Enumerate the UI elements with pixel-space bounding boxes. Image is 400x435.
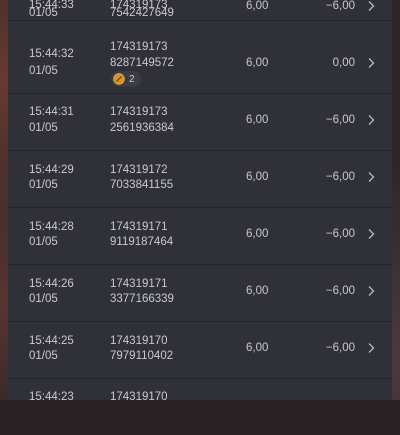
row-balance: −6,00 [325,0,355,12]
row-balance: −6,00 [325,228,355,240]
row-bet-id: 8287149572 [110,57,174,69]
gold-coin-icon [113,73,125,85]
row-round-id: 174319171 [110,221,168,233]
row-amount: 6,00 [246,285,269,297]
row-date: 01/05 [29,65,58,77]
row-bet-id: 7979110402 [110,350,174,362]
row-time: 15:44:25 [29,335,74,347]
row-bet-id: 7542427649 [110,7,174,19]
row-amount: 6,00 [246,342,269,354]
history-row[interactable]: 15:44:23 174319170 [8,378,392,435]
row-balance: −6,00 [325,114,355,126]
row-round-id: 174319170 [110,391,168,403]
chevron-right-icon[interactable] [365,285,377,297]
row-time: 15:44:26 [29,278,74,290]
row-date: 01/05 [29,179,58,191]
row-round-id: 174319170 [110,335,168,347]
row-bet-id: 2561936384 [110,122,174,134]
row-time: 15:44:23 [29,391,74,403]
badge-count: 2 [129,73,135,85]
history-row[interactable]: 15:44:32 01/05 174319173 8287149572 2 6,… [8,36,392,94]
row-balance: 0,00 [332,57,355,69]
chevron-right-icon[interactable] [365,342,377,354]
row-time: 15:44:28 [29,221,74,233]
history-row[interactable]: 15:44:26 01/05 174319171 3377166339 6,00… [8,264,392,322]
row-amount: 6,00 [246,57,269,69]
history-row[interactable]: 15:44:28 01/05 174319171 9119187464 6,00… [8,207,392,265]
history-row[interactable]: 15:44:25 01/05 174319170 7979110402 6,00… [8,321,392,379]
row-time: 15:44:31 [29,106,74,118]
row-date: 01/05 [29,293,58,305]
row-time: 15:44:32 [29,48,74,60]
history-row[interactable]: 15:44:29 01/05 174319172 7033841155 6,00… [8,150,392,208]
row-amount: 6,00 [246,228,269,240]
row-time: 15:44:29 [29,164,74,176]
row-bet-id: 3377166339 [110,293,174,305]
history-row[interactable]: 15:44:31 01/05 174319173 2561936384 6,00… [8,93,392,151]
chevron-right-icon[interactable] [365,171,377,183]
row-bet-id: 9119187464 [110,236,174,248]
chevron-right-icon[interactable] [365,114,377,126]
history-row[interactable]: 15:44:33 01/05 174319173 7542427649 6,00… [8,0,392,21]
row-date: 01/05 [29,350,58,362]
row-round-id: 174319171 [110,278,168,290]
row-balance: −6,00 [325,342,355,354]
row-date: 01/05 [29,122,58,134]
row-date: 01/05 [29,7,58,19]
row-round-id: 174319173 [110,41,168,53]
row-amount: 6,00 [246,114,269,126]
row-balance: −6,00 [325,285,355,297]
cashout-badge: 2 [111,71,141,87]
row-amount: 6,00 [246,0,269,12]
row-amount: 6,00 [246,171,269,183]
row-bet-id: 7033841155 [110,179,174,191]
row-balance: −6,00 [325,171,355,183]
chevron-right-icon[interactable] [365,0,377,12]
chevron-right-icon[interactable] [365,228,377,240]
chevron-right-icon[interactable] [365,57,377,69]
row-round-id: 174319172 [110,164,168,176]
row-round-id: 174319173 [110,106,168,118]
row-date: 01/05 [29,236,58,248]
